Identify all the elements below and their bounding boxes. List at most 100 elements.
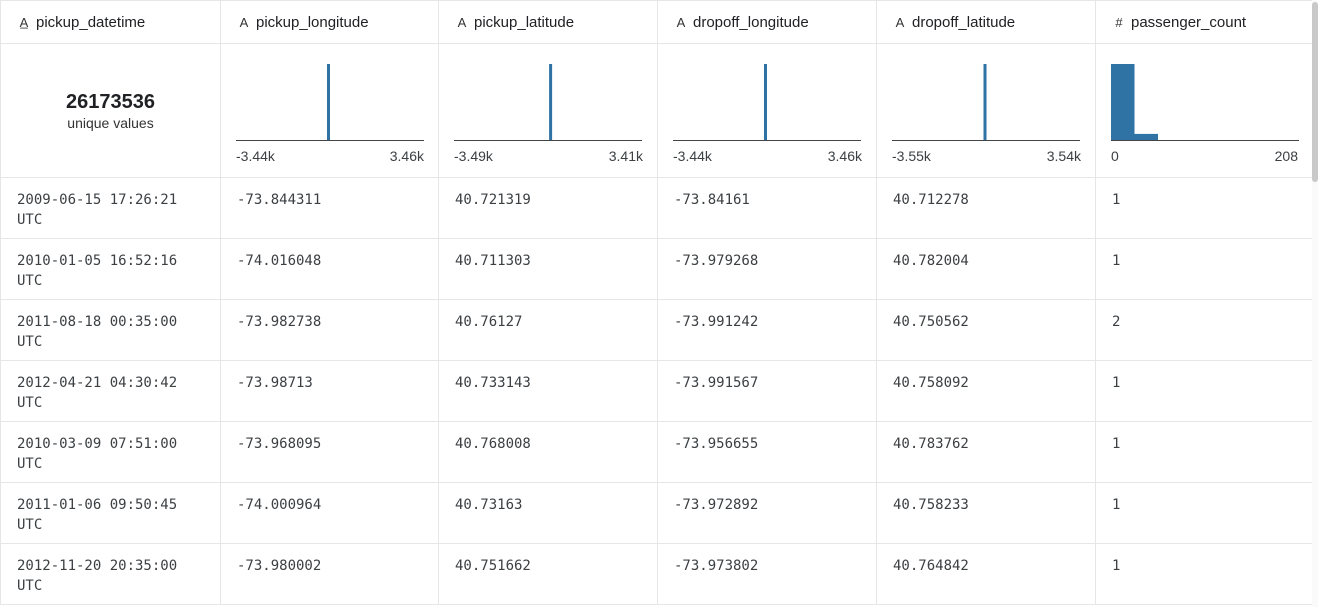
range-min-label: -3.49k (454, 148, 493, 164)
cell-value: 2 (1112, 314, 1121, 330)
histogram-bar (1111, 64, 1135, 140)
cell-pickup-longitude[interactable]: -73.98713 (220, 360, 439, 422)
cell-pickup-latitude[interactable]: 40.733143 (438, 360, 658, 422)
cell-dropoff-latitude[interactable]: 40.764842 (876, 543, 1096, 605)
range-max-label: 3.46k (827, 148, 862, 164)
cell-value: 40.783762 (893, 436, 969, 452)
cell-dropoff-longitude[interactable]: -73.973802 (657, 543, 877, 605)
cell-value: 2010-03-09 07:51:00 UTC (17, 436, 178, 472)
column-title: pickup_datetime (36, 13, 146, 31)
cell-pickup-datetime[interactable]: 2012-04-21 04:30:42 UTC (0, 360, 221, 422)
histogram-cell-passenger-count: 0 208 (1095, 43, 1313, 178)
cell-dropoff-longitude[interactable]: -73.991567 (657, 360, 877, 422)
column-header-dropoff-latitude[interactable]: Adropoff_latitude (876, 0, 1096, 44)
column-header-pickup-longitude[interactable]: Apickup_longitude (220, 0, 439, 44)
cell-pickup-latitude[interactable]: 40.721319 (438, 177, 658, 239)
cell-pickup-latitude[interactable]: 40.768008 (438, 421, 658, 483)
cell-pickup-longitude[interactable]: -73.844311 (220, 177, 439, 239)
cell-value: 40.751662 (455, 558, 531, 574)
cell-dropoff-longitude[interactable]: -73.972892 (657, 482, 877, 544)
cell-dropoff-latitude[interactable]: 40.712278 (876, 177, 1096, 239)
cell-pickup-datetime[interactable]: 2010-01-05 16:52:16 UTC (0, 238, 221, 300)
range-max-label: 3.41k (608, 148, 643, 164)
cell-value: 2011-08-18 00:35:00 UTC (17, 314, 178, 350)
histogram-dropoff-latitude (892, 64, 1080, 141)
cell-value: -73.98713 (237, 375, 313, 391)
cell-pickup-latitude[interactable]: 40.711303 (438, 238, 658, 300)
cell-dropoff-longitude[interactable]: -73.979268 (657, 238, 877, 300)
cell-dropoff-latitude[interactable]: 40.750562 (876, 299, 1096, 361)
cell-value: 40.711303 (455, 253, 531, 269)
histogram-pickup-longitude (236, 64, 424, 141)
cell-pickup-longitude[interactable]: -73.980002 (220, 543, 439, 605)
range-min-label: -3.44k (236, 148, 275, 164)
cell-value: 2011-01-06 09:50:45 UTC (17, 497, 178, 533)
range-min-label: 0 (1111, 148, 1119, 164)
histogram-bar (1134, 133, 1158, 140)
cell-pickup-datetime[interactable]: 2011-01-06 09:50:45 UTC (0, 482, 221, 544)
cell-value: 2012-11-20 20:35:00 UTC (17, 558, 178, 594)
cell-dropoff-longitude[interactable]: -73.84161 (657, 177, 877, 239)
table-row[interactable]: 2010-01-05 16:52:16 UTC -74.016048 40.7113… (0, 238, 1313, 300)
table-row[interactable]: 2012-11-20 20:35:00 UTC -73.980002 40.7516… (0, 543, 1313, 605)
cell-pickup-longitude[interactable]: -74.016048 (220, 238, 439, 300)
column-header-pickup-latitude[interactable]: Apickup_latitude (438, 0, 658, 44)
cell-pickup-latitude[interactable]: 40.76127 (438, 299, 658, 361)
scrollbar-thumb[interactable] (1312, 2, 1318, 182)
cell-dropoff-latitude[interactable]: 40.758092 (876, 360, 1096, 422)
cell-dropoff-latitude[interactable]: 40.782004 (876, 238, 1096, 300)
string-type-icon: A̲ (19, 14, 29, 30)
histogram-cell-dropoff-longitude: -3.44k 3.46k (657, 43, 877, 178)
cell-passenger-count[interactable]: 1 (1095, 238, 1313, 300)
string-type-icon: A (895, 14, 905, 30)
column-header-passenger-count[interactable]: # passenger_count (1095, 0, 1313, 44)
table-row[interactable]: 2011-08-18 00:35:00 UTC -73.982738 40.7612… (0, 299, 1313, 361)
cell-dropoff-latitude[interactable]: 40.758233 (876, 482, 1096, 544)
cell-pickup-latitude[interactable]: 40.73163 (438, 482, 658, 544)
cell-pickup-datetime[interactable]: 2009-06-15 17:26:21 UTC (0, 177, 221, 239)
table-row[interactable]: 2012-04-21 04:30:42 UTC -73.98713 40.73314… (0, 360, 1313, 422)
cell-value: 1 (1112, 558, 1121, 574)
histogram-pickup-latitude (454, 64, 642, 141)
cell-value: 1 (1112, 192, 1121, 208)
cell-pickup-datetime[interactable]: 2011-08-18 00:35:00 UTC (0, 299, 221, 361)
cell-pickup-latitude[interactable]: 40.751662 (438, 543, 658, 605)
column-title: pickup_longitude (256, 13, 369, 31)
unique-caption: unique values (67, 114, 154, 131)
cell-passenger-count[interactable]: 2 (1095, 299, 1313, 361)
string-type-icon: A (676, 14, 686, 30)
cell-passenger-count[interactable]: 1 (1095, 543, 1313, 605)
cell-passenger-count[interactable]: 1 (1095, 482, 1313, 544)
histogram-bar (327, 64, 330, 140)
cell-passenger-count[interactable]: 1 (1095, 177, 1313, 239)
column-title: dropoff_latitude (912, 13, 1016, 31)
table-row[interactable]: 2011-01-06 09:50:45 UTC -74.000964 40.7316… (0, 482, 1313, 544)
cell-value: 40.758092 (893, 375, 969, 391)
cell-dropoff-longitude[interactable]: -73.991242 (657, 299, 877, 361)
table-row[interactable]: 2009-06-15 17:26:21 UTC -73.844311 40.7213… (0, 177, 1313, 239)
cell-value: -74.016048 (237, 253, 322, 269)
cell-dropoff-latitude[interactable]: 40.783762 (876, 421, 1096, 483)
cell-dropoff-longitude[interactable]: -73.956655 (657, 421, 877, 483)
cell-value: 40.712278 (893, 192, 969, 208)
cell-pickup-longitude[interactable]: -73.968095 (220, 421, 439, 483)
column-header-pickup-datetime[interactable]: A̲ pickup_datetime (0, 0, 221, 44)
data-table: A̲ pickup_datetime Apickup_longitude Apic… (0, 0, 1313, 605)
cell-pickup-datetime[interactable]: 2012-11-20 20:35:00 UTC (0, 543, 221, 605)
cell-pickup-longitude[interactable]: -74.000964 (220, 482, 439, 544)
cell-value: 2012-04-21 04:30:42 UTC (17, 375, 178, 411)
cell-value: -73.991567 (674, 375, 759, 391)
string-type-icon: A (457, 14, 467, 30)
histogram-dropoff-longitude (673, 64, 861, 141)
vertical-scrollbar[interactable] (1312, 0, 1318, 607)
cell-pickup-longitude[interactable]: -73.982738 (220, 299, 439, 361)
cell-value: 40.721319 (455, 192, 531, 208)
cell-pickup-datetime[interactable]: 2010-03-09 07:51:00 UTC (0, 421, 221, 483)
cell-passenger-count[interactable]: 1 (1095, 360, 1313, 422)
cell-passenger-count[interactable]: 1 (1095, 421, 1313, 483)
cell-value: -73.973802 (674, 558, 759, 574)
cell-value: 1 (1112, 436, 1121, 452)
table-row[interactable]: 2010-03-09 07:51:00 UTC -73.968095 40.7680… (0, 421, 1313, 483)
cell-value: -73.956655 (674, 436, 759, 452)
column-header-dropoff-longitude[interactable]: Adropoff_longitude (657, 0, 877, 44)
